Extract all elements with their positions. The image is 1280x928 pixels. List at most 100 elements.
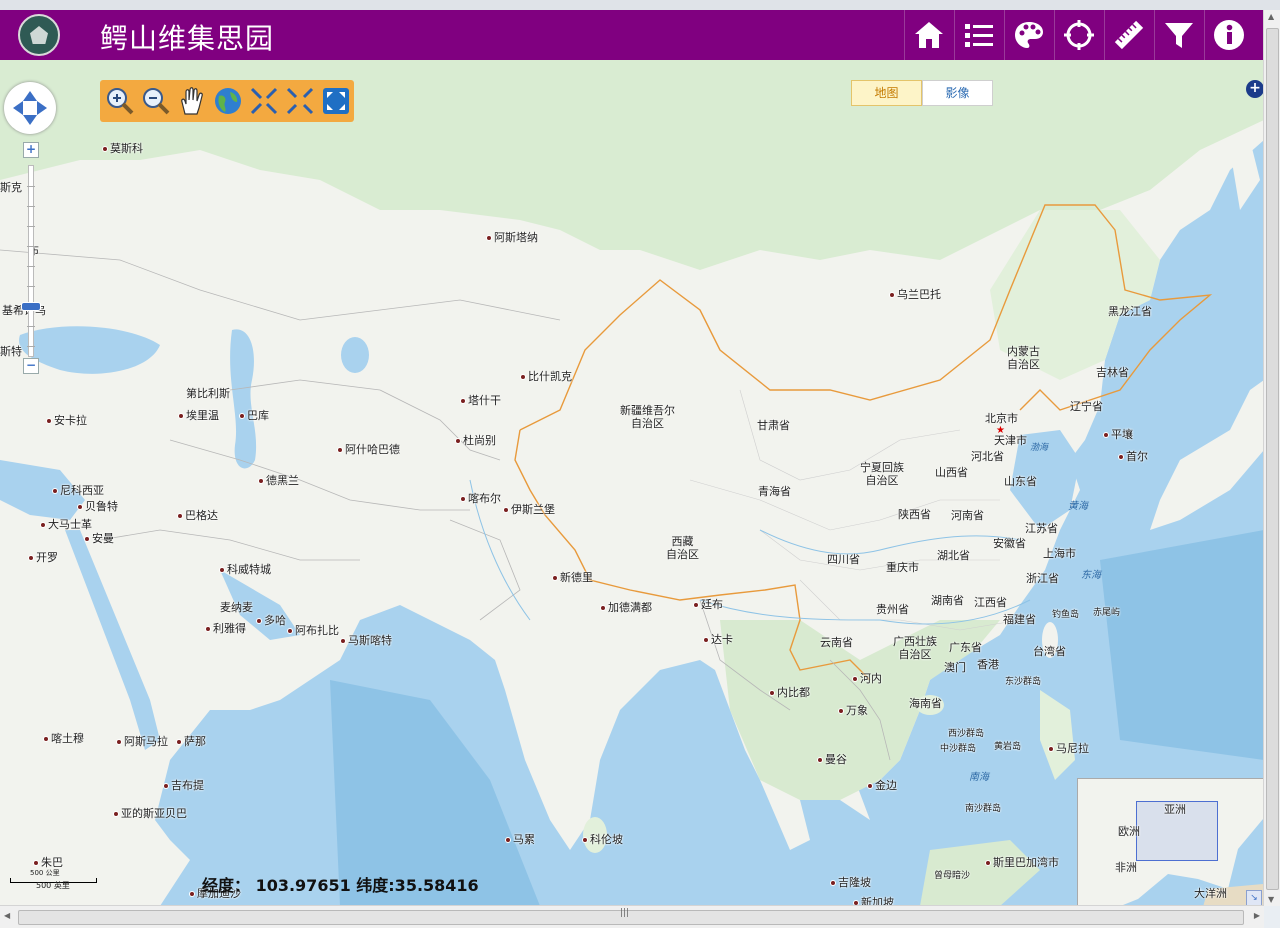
label-tashkent: 塔什干 — [460, 394, 501, 407]
basemap-imagery-button[interactable]: 影像 — [922, 80, 993, 106]
label-phnom-penh: 金边 — [867, 779, 897, 792]
scale-label-km: 500 公里 — [30, 869, 60, 877]
pan-west-icon[interactable] — [6, 101, 23, 115]
label-shandong: 山东省 — [1004, 475, 1037, 488]
locate-button[interactable] — [1054, 10, 1103, 60]
tool-full-extent[interactable] — [212, 84, 244, 118]
overview-map[interactable]: 亚洲 欧洲 非洲 大洋洲 — [1077, 778, 1264, 906]
label-diaoyu: 钓鱼岛 — [1052, 610, 1080, 620]
filter-button[interactable] — [1154, 10, 1203, 60]
label-thimphu: 廷布 — [693, 598, 723, 611]
pan-east-icon[interactable] — [37, 101, 54, 115]
label-kabul: 喀布尔 — [460, 492, 501, 505]
label-tbilisi: 第比利斯 — [186, 387, 230, 400]
info-button[interactable] — [1204, 10, 1253, 60]
scale-bar: 500 公里 500 英里 — [10, 868, 97, 890]
tool-zoom-in[interactable] — [104, 84, 136, 118]
label-shanghai: 上海市 — [1043, 547, 1076, 560]
label-riyadh: 利雅得 — [205, 622, 246, 635]
label-ulaanbaatar: 乌兰巴托 — [889, 288, 941, 301]
tool-fullscreen[interactable] — [320, 84, 352, 118]
home-button[interactable] — [904, 10, 953, 60]
label-zhejiang: 浙江省 — [1026, 572, 1059, 585]
label-ankara: 安卡拉 — [46, 414, 87, 427]
label-nicosia: 尼科西亚 — [52, 484, 104, 497]
label-guangxi-line1: 广西壮族 自治区 — [893, 635, 937, 661]
basemap-switcher: 地图 影像 — [851, 80, 993, 106]
horizontal-scrollbar[interactable]: ◀ ||| ▶ — [0, 905, 1264, 928]
label-edge-4: 斯特 — [0, 345, 22, 358]
label-doha: 多哈 — [256, 614, 286, 627]
tool-pan[interactable] — [176, 84, 208, 118]
overview-label-asia: 亚洲 — [1164, 803, 1186, 816]
label-ashgabat: 阿什哈巴德 — [337, 443, 400, 456]
label-tianjin: 天津市 — [994, 434, 1027, 447]
label-dongsha: 东沙群岛 — [1005, 677, 1042, 687]
university-logo — [18, 14, 60, 56]
crosshair-icon — [1064, 20, 1094, 50]
pan-south-icon[interactable] — [23, 115, 37, 132]
measure-button[interactable] — [1104, 10, 1153, 60]
zoom-to-extent-in-icon — [250, 87, 278, 115]
label-yunnan: 云南省 — [820, 636, 853, 649]
label-dhaka: 达卡 — [703, 633, 733, 646]
scroll-right-icon[interactable]: ▶ — [1254, 911, 1260, 920]
label-liaoning: 辽宁省 — [1070, 400, 1103, 413]
label-taiwan: 台湾省 — [1033, 645, 1066, 658]
zoom-slider-handle[interactable] — [21, 302, 41, 311]
label-south-sea: 南海 — [969, 772, 989, 783]
overview-toggle-button[interactable]: ↘ — [1246, 890, 1262, 906]
tool-zoom-out[interactable] — [140, 84, 172, 118]
tool-zoom-extent-out[interactable] — [284, 84, 316, 118]
overview-label-oceania: 大洋洲 — [1194, 887, 1227, 900]
label-djibouti: 吉布提 — [163, 779, 204, 792]
label-zengmu: 曾母暗沙 — [934, 871, 971, 881]
symbol-style-button[interactable] — [1004, 10, 1053, 60]
label-guangxi: 广西壮族 自治区 — [893, 635, 937, 661]
label-henan: 河南省 — [951, 509, 984, 522]
label-anhui: 安徽省 — [993, 537, 1026, 550]
list-icon — [965, 24, 993, 47]
label-kathmandu: 加德满都 — [600, 601, 652, 614]
scroll-left-icon[interactable]: ◀ — [4, 911, 10, 920]
zoom-slider[interactable] — [27, 165, 35, 357]
label-shanxi: 山西省 — [935, 466, 968, 479]
label-kuala-lumpur: 吉隆坡 — [830, 876, 871, 889]
label-bohai: 渤海 — [1030, 443, 1049, 453]
layers-button[interactable] — [954, 10, 1003, 60]
expand-panel-button[interactable]: + — [1246, 80, 1264, 98]
zoom-in-button[interactable]: + — [23, 142, 39, 158]
zoom-to-extent-out-icon — [286, 87, 314, 115]
vertical-scroll-thumb[interactable] — [1266, 28, 1279, 890]
label-yellow-sea: 黄海 — [1068, 501, 1088, 512]
label-damascus: 大马士革 — [40, 518, 92, 531]
vertical-scrollbar[interactable]: ▲ ▼ — [1263, 10, 1280, 906]
app-header: 鳄山维集思园 — [0, 10, 1264, 60]
label-tibet-line1: 西藏 自治区 — [666, 535, 699, 561]
label-gansu: 甘肃省 — [757, 419, 790, 432]
globe-icon — [215, 88, 241, 114]
scroll-down-icon[interactable]: ▼ — [1268, 895, 1274, 904]
scroll-up-icon[interactable]: ▲ — [1268, 12, 1274, 21]
label-manama: 麦纳麦 — [220, 601, 253, 614]
label-islamabad: 伊斯兰堡 — [503, 503, 555, 516]
label-hanoi: 河内 — [852, 672, 882, 685]
zoom-out-button[interactable]: − — [23, 358, 39, 374]
map-view[interactable]: 莫斯科 阿斯塔纳 乌兰巴托 比什凯克 塔什干 杜尚别 第比利斯 埃里温 巴库 安… — [0, 60, 1264, 906]
label-chongqing: 重庆市 — [886, 561, 919, 574]
label-bandar-seri-begawan: 斯里巴加湾市 — [985, 856, 1059, 869]
label-hebei: 河北省 — [971, 450, 1004, 463]
label-inner-mongolia: 内蒙古 自治区 — [1007, 345, 1040, 371]
label-jilin: 吉林省 — [1096, 366, 1129, 379]
pan-control[interactable] — [4, 82, 56, 134]
pan-north-icon[interactable] — [23, 84, 37, 101]
palette-icon — [1015, 22, 1043, 48]
label-shaanxi: 陕西省 — [898, 508, 931, 521]
tool-zoom-extent-in[interactable] — [248, 84, 280, 118]
scale-label-mi: 500 英里 — [36, 881, 70, 890]
label-khartoum: 喀土穆 — [43, 732, 84, 745]
basemap-map-button[interactable]: 地图 — [851, 80, 922, 106]
ruler-icon — [1114, 20, 1144, 50]
horizontal-scroll-thumb[interactable] — [18, 910, 1244, 925]
label-ningxia-line1: 宁夏回族 自治区 — [860, 461, 904, 487]
